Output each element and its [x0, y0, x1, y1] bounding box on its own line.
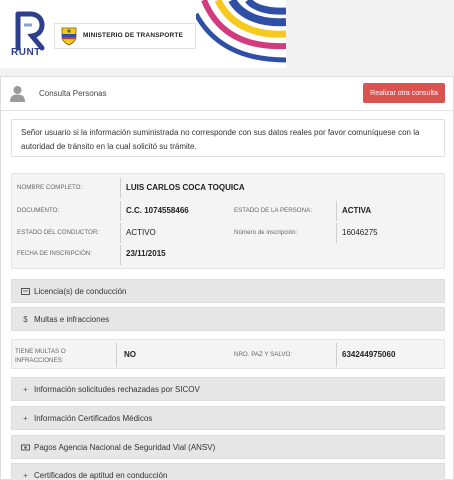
section-ansv-label: Pagos Agencia Nacional de Seguridad Vial…: [34, 443, 216, 452]
plus-icon: +: [23, 385, 28, 394]
fecha-label: FECHA DE INSCRIPCIÓN:: [17, 250, 92, 257]
dollar-icon: $: [23, 315, 28, 324]
divider: [336, 343, 337, 367]
page-title: Consulta Personas: [39, 89, 107, 98]
site-header: RUNT MINISTERIO DE TRANSPORTE: [0, 0, 286, 68]
paz-salvo-value: 634244975060: [342, 350, 396, 359]
documento-value: C.C. 1074558466: [126, 206, 189, 215]
user-icon: [10, 86, 25, 102]
estado-conductor-value: ACTIVO: [126, 228, 156, 237]
nombre-value: LUIS CARLOS COCA TOQUICA: [126, 183, 245, 192]
estado-persona-label: ESTADO DE LA PERSONA:: [234, 207, 312, 214]
decorative-waves: [196, 0, 286, 63]
section-sicov-label: Información solicitudes rechazadas por S…: [34, 385, 200, 394]
ministry-name: MINISTERIO DE TRANSPORTE: [83, 32, 184, 39]
plus-icon: +: [23, 414, 28, 423]
section-aptitud-label: Certificados de aptitud en conducción: [34, 471, 168, 480]
estado-persona-value: ACTIVA: [342, 206, 372, 215]
plus-icon: +: [23, 471, 28, 480]
documento-label: DOCUMENTO:: [17, 207, 60, 214]
paz-salvo-label: NRO. PAZ Y SALVO:: [234, 351, 292, 358]
header-spacer: [286, 0, 454, 68]
section-ansv[interactable]: Pagos Agencia Nacional de Seguridad Vial…: [11, 435, 445, 459]
section-sicov[interactable]: + Información solicitudes rechazadas por…: [11, 377, 445, 401]
ministry-badge: MINISTERIO DE TRANSPORTE: [54, 23, 196, 49]
section-licencias[interactable]: Licencia(s) de conducción: [11, 279, 445, 303]
divider: [120, 201, 121, 221]
divider: [120, 245, 121, 265]
section-multas[interactable]: $ Multas e infracciones: [11, 307, 445, 331]
divider: [336, 201, 337, 221]
runt-logo-text: RUNT: [11, 47, 41, 58]
divider: [116, 343, 117, 367]
fecha-value: 23/11/2015: [126, 249, 166, 258]
realizar-otra-consulta-button[interactable]: Realizar otra consulta: [363, 83, 445, 103]
tiene-multas-label: TIENE MULTAS O INFRACCIONES:: [15, 348, 66, 364]
coat-of-arms-icon: [61, 27, 77, 46]
section-licencias-label: Licencia(s) de conducción: [34, 287, 127, 296]
inscripcion-num-value: 16046275: [342, 228, 378, 237]
divider: [120, 223, 121, 243]
section-aptitud[interactable]: + Certificados de aptitud en conducción: [11, 463, 445, 480]
section-medicos-label: Información Certificados Médicos: [34, 414, 153, 423]
estado-conductor-label: ESTADO DEL CONDUCTOR:: [17, 229, 100, 236]
persona-info: NOMBRE COMPLETO: LUIS CARLOS COCA TOQUIC…: [11, 173, 445, 269]
divider: [120, 178, 121, 198]
section-medicos[interactable]: + Información Certificados Médicos: [11, 406, 445, 430]
nombre-label: NOMBRE COMPLETO:: [17, 184, 83, 191]
main-panel: Consulta Personas Realizar otra consulta…: [0, 76, 454, 480]
section-multas-label: Multas e infracciones: [34, 315, 110, 324]
panel-toolbar: Consulta Personas Realizar otra consulta: [1, 77, 453, 111]
divider: [336, 223, 337, 243]
notice-box: Señor usuario si la información suminist…: [11, 119, 445, 157]
payment-icon: [21, 443, 30, 452]
multas-info: TIENE MULTAS O INFRACCIONES: NO NRO. PAZ…: [11, 339, 445, 369]
card-icon: [21, 287, 30, 296]
inscripcion-num-label: Número de inscripción:: [234, 229, 298, 236]
tiene-multas-value: NO: [124, 350, 136, 359]
